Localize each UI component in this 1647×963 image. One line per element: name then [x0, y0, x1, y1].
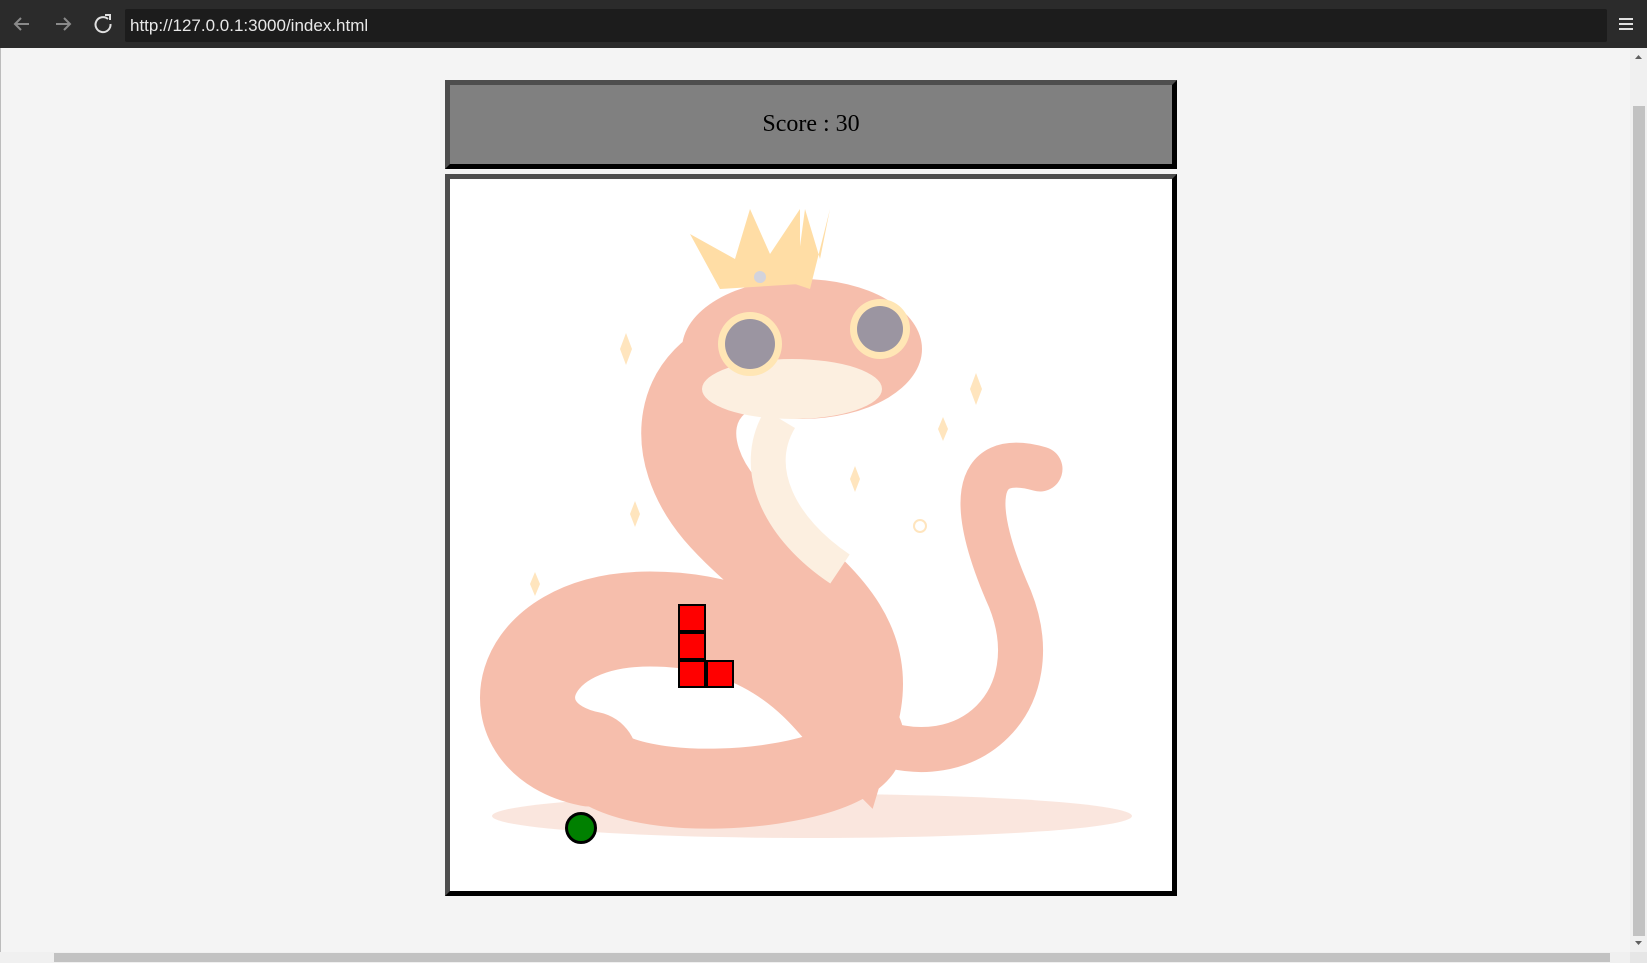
scroll-down-icon	[1635, 941, 1642, 945]
arrow-right-icon	[56, 17, 72, 31]
snake-segment	[678, 604, 706, 632]
browser-menu-button[interactable]	[1614, 12, 1638, 36]
scrollbar-corner	[1630, 952, 1647, 963]
address-bar[interactable]: http://127.0.0.1:3000/index.html	[125, 9, 1607, 42]
vertical-scrollbar[interactable]	[1630, 48, 1647, 952]
reload-button[interactable]	[89, 10, 117, 38]
vertical-scroll-thumb[interactable]	[1633, 106, 1645, 936]
game-board[interactable]	[445, 174, 1177, 896]
forward-button[interactable]	[49, 10, 77, 38]
horizontal-scrollbar[interactable]	[0, 952, 1630, 963]
back-button[interactable]	[8, 10, 36, 38]
score-panel: Score : 30	[445, 80, 1177, 169]
browser-toolbar: http://127.0.0.1:3000/index.html	[0, 0, 1647, 48]
reload-icon	[94, 14, 112, 34]
url-text: http://127.0.0.1:3000/index.html	[130, 16, 369, 35]
snake-segment	[678, 632, 706, 660]
scroll-up-icon	[1635, 55, 1642, 59]
snake-background-illustration	[480, 209, 1132, 838]
snake-segment	[678, 660, 706, 688]
snake-head	[706, 660, 734, 688]
hamburger-menu-icon	[1619, 18, 1633, 30]
score-label: Score : 30	[762, 111, 860, 137]
horizontal-scroll-thumb[interactable]	[54, 953, 1610, 962]
arrow-left-icon	[13, 17, 29, 31]
food-pellet	[565, 812, 597, 844]
